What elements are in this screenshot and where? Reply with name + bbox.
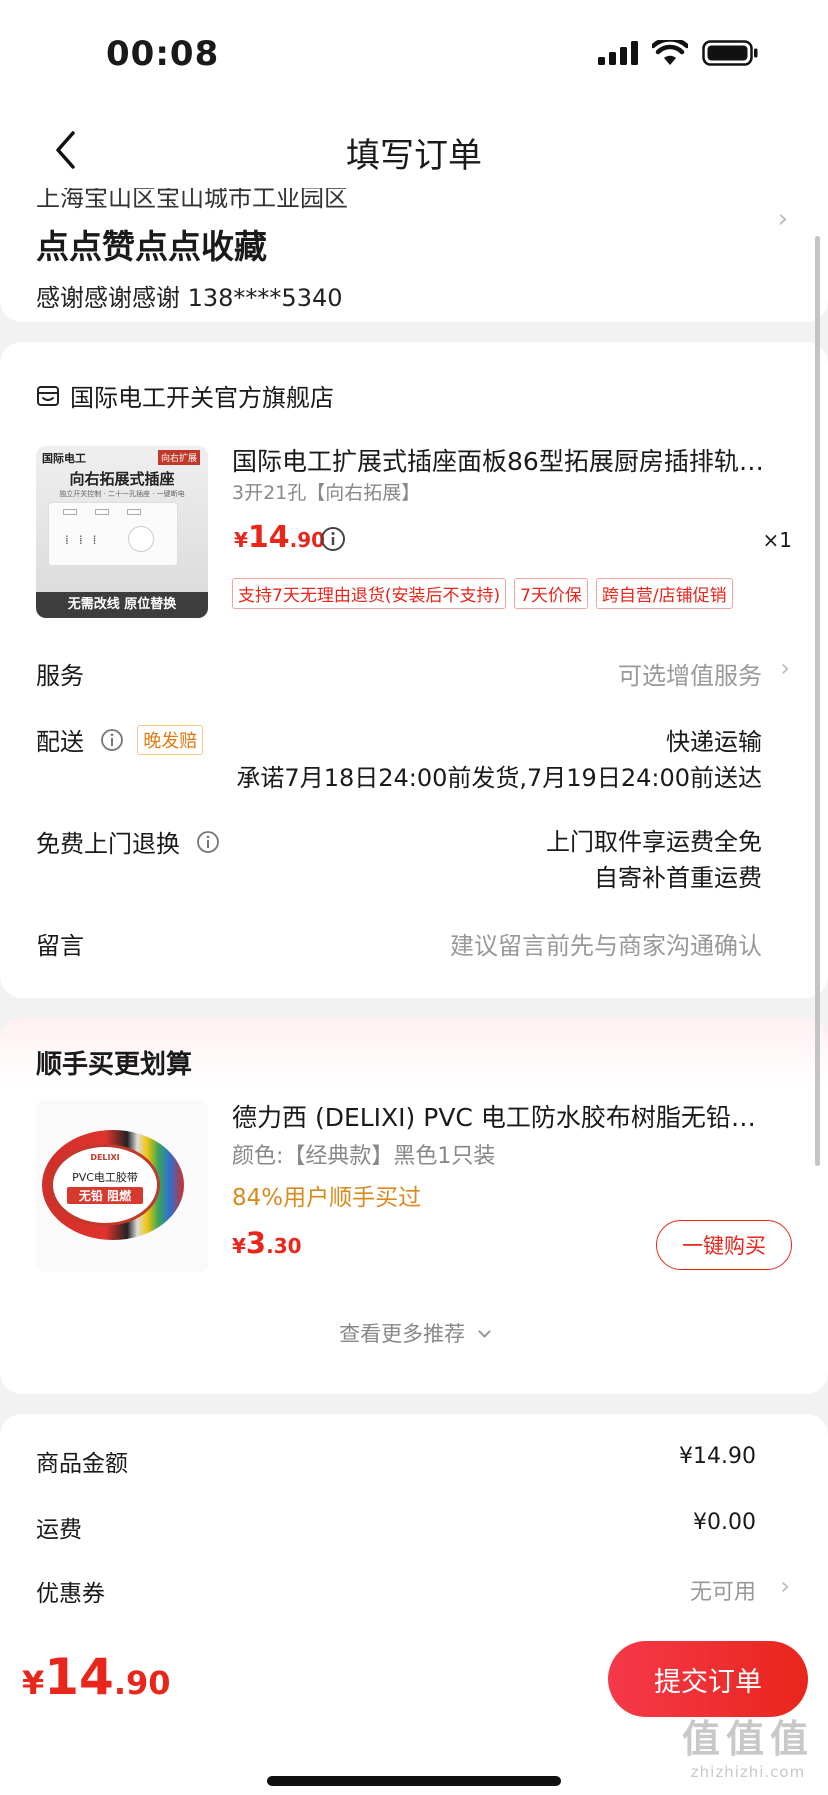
- product-image[interactable]: 国际电工 向右扩展 向右拓展式插座 独立开关控制 · 二十一孔插座 · 一键断电…: [36, 446, 208, 618]
- total-integer: 14: [44, 1648, 114, 1706]
- delivery-method[interactable]: 快递运输: [666, 722, 762, 757]
- addon-promo: 84%用户顺手买过: [232, 1185, 422, 1211]
- address-card[interactable]: 上海宝山区宝山城市工业园区 点点赞点点收藏 感谢感谢感谢 138****5340…: [0, 188, 828, 322]
- status-icons: [598, 40, 758, 66]
- price-integer: 3: [245, 1226, 267, 1260]
- price-info-icon[interactable]: [320, 526, 346, 552]
- watermark-logo: 值值值: [681, 1717, 814, 1761]
- chevron-right-icon: ›: [777, 204, 788, 234]
- wifi-icon: [652, 40, 688, 65]
- more-label: 查看更多推荐: [339, 1322, 466, 1346]
- product-image-corner: 向右扩展: [157, 450, 200, 465]
- addon-image[interactable]: DELIXI PVC电工胶带 无铅 阻燃: [36, 1100, 208, 1272]
- chevron-right-icon: ›: [780, 654, 790, 682]
- tape-brand: DELIXI: [90, 1153, 120, 1162]
- delivery-info-icon[interactable]: [100, 728, 124, 752]
- service-label: 服务: [36, 662, 84, 690]
- one-click-buy-button[interactable]: 一键购买: [656, 1220, 792, 1270]
- watermark-url: zhizhizhi.com: [690, 1763, 806, 1781]
- more-recommendations[interactable]: 查看更多推荐: [0, 1318, 828, 1348]
- addon-product-name[interactable]: 德力西 (DELIXI) PVC 电工防水胶布树脂无铅…: [232, 1098, 792, 1134]
- product-image-headline: 向右拓展式插座: [69, 470, 175, 488]
- page-title: 填写订单: [346, 136, 482, 176]
- status-time: 00:08: [106, 34, 220, 74]
- return-line-2: 自寄补首重运费: [594, 864, 762, 892]
- recipient-name: 点点赞点点收藏: [36, 227, 267, 266]
- nav-bar: 填写订单: [0, 110, 828, 190]
- goods-amount-value: ¥14.90: [679, 1444, 756, 1469]
- shipping-label: 运费: [36, 1517, 82, 1543]
- price-integer: 14: [247, 520, 290, 555]
- addon-card: 顺手买更划算 DELIXI PVC电工胶带 无铅 阻燃 德力西 (DELIXI)…: [0, 1018, 828, 1394]
- price-decimal: .30: [266, 1234, 302, 1258]
- tag-promo: 跨自营/店铺促销: [595, 578, 733, 609]
- addon-section-title: 顺手买更划算: [36, 1050, 193, 1080]
- service-option[interactable]: 可选增值服务: [618, 656, 762, 691]
- goods-amount-label: 商品金额: [36, 1451, 128, 1477]
- addon-spec[interactable]: 颜色:【经典款】黑色1只装: [232, 1138, 495, 1170]
- chevron-down-icon: [477, 1325, 491, 1338]
- service-tags: 支持7天无理由退货(安装后不支持) 7天价保 跨自营/店铺促销: [232, 578, 733, 609]
- tape-feature: 无铅 阻燃: [67, 1187, 143, 1204]
- coupon-value[interactable]: 无可用: [690, 1574, 756, 1606]
- price-symbol: ¥: [234, 528, 248, 552]
- submit-order-button[interactable]: 提交订单: [608, 1641, 808, 1717]
- socket-panel: ⁞⁞⁞: [48, 502, 178, 566]
- product-image-sub: 独立开关控制 · 二十一孔插座 · 一键断电: [59, 490, 185, 498]
- late-compensation-badge: 晚发赔: [137, 725, 204, 755]
- delivery-row-label: 配送 晚发赔: [36, 722, 204, 757]
- delivery-promise: 承诺7月18日24:00前发货,7月19日24:00前送达: [236, 764, 762, 792]
- price-symbol: ¥: [232, 1234, 246, 1258]
- order-screen: 00:08 填写订单 上海宝山区宝山城市工业园区 点点赞点点收藏 感谢感谢感谢 …: [0, 0, 828, 1795]
- return-label: 免费上门退换: [36, 830, 180, 858]
- recipient-contact: 感谢感谢感谢 138****5340: [36, 284, 343, 312]
- return-info-icon[interactable]: [196, 830, 220, 854]
- product-price: ¥ 14 .90: [234, 520, 325, 555]
- product-image-banner: 无需改线 原位替换: [36, 592, 208, 618]
- return-line-1: 上门取件享运费全免: [546, 828, 762, 856]
- total-price: ¥ 14 .90: [22, 1648, 171, 1706]
- store-icon: [37, 385, 59, 406]
- addon-price: ¥ 3 .30: [232, 1226, 302, 1260]
- total-decimal: .90: [113, 1664, 171, 1702]
- watermark: 值值值 zhizhizhi.com: [682, 1708, 814, 1781]
- store-card: 国际电工开关官方旗舰店 国际电工 向右扩展 向右拓展式插座 独立开关控制 · 二…: [0, 342, 828, 998]
- signal-icon: [598, 41, 638, 65]
- coupon-label: 优惠券: [36, 1581, 105, 1607]
- home-indicator[interactable]: [267, 1776, 561, 1786]
- product-quantity: ×1: [762, 528, 792, 552]
- scrollbar[interactable]: [815, 236, 820, 1166]
- product-spec[interactable]: 3开21孔【向右拓展】: [232, 478, 420, 505]
- total-symbol: ¥: [22, 1664, 45, 1702]
- status-bar: 00:08: [0, 0, 828, 110]
- note-input[interactable]: 建议留言前先与商家沟通确认: [450, 926, 762, 961]
- delivery-label: 配送: [36, 728, 84, 756]
- store-name: 国际电工开关官方旗舰店: [70, 384, 334, 412]
- tag-price-protect: 7天价保: [514, 578, 588, 609]
- chevron-right-icon: ›: [780, 1572, 790, 1600]
- tape-label: DELIXI PVC电工胶带 无铅 阻燃: [50, 1144, 160, 1226]
- tag-return: 支持7天无理由退货(安装后不支持): [232, 578, 507, 609]
- note-label: 留言: [36, 932, 84, 960]
- tape-label-text: PVC电工胶带: [72, 1171, 138, 1184]
- store-header[interactable]: 国际电工开关官方旗舰店: [36, 378, 334, 413]
- product-title[interactable]: 国际电工扩展式插座面板86型拓展厨房插排轨…: [232, 442, 788, 478]
- return-row-label: 免费上门退换: [36, 824, 220, 859]
- socket-dial: [128, 526, 154, 552]
- battery-icon: [702, 40, 758, 66]
- bottom-bar: ¥ 14 .90 提交订单 值值值 zhizhizhi.com: [0, 1614, 828, 1795]
- shipping-value: ¥0.00: [693, 1510, 756, 1535]
- product-image-brand: 国际电工: [42, 452, 86, 465]
